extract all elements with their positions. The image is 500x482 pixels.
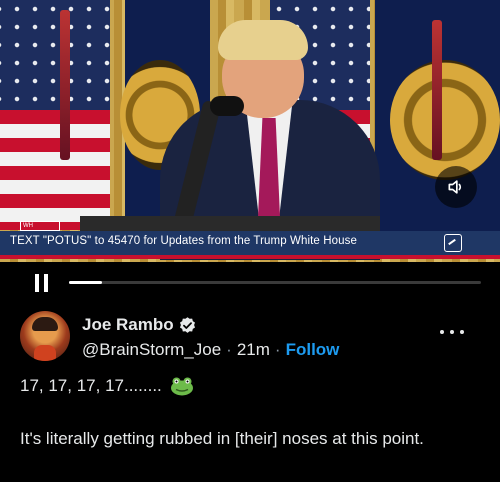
speaker-muted-icon (448, 180, 462, 194)
frog-icon (170, 377, 193, 396)
timestamp[interactable]: 21m (237, 340, 270, 360)
handle[interactable]: @BrainStorm_Joe (82, 340, 221, 360)
volume-button[interactable] (435, 166, 477, 208)
verified-badge-icon (179, 316, 195, 333)
author-name-row: Joe Rambo (82, 315, 197, 335)
pause-button[interactable] (35, 274, 49, 292)
american-flag-left (0, 0, 110, 230)
flag-tassel (432, 20, 442, 160)
tweet-text-line: 17, 17, 17, 17........ (20, 376, 194, 396)
caption-text: TEXT "POTUS" to 45470 for Updates from t… (10, 235, 357, 247)
tweet-text: 17, 17, 17, 17........ (20, 376, 162, 395)
caption-logo: WH (20, 221, 60, 231)
video-player[interactable]: WH TEXT "POTUS" to 45470 for Updates fro… (0, 0, 500, 262)
author-meta-row: @BrainStorm_Joe · 21m · Follow (82, 340, 339, 360)
more-dot-icon (440, 330, 444, 334)
separator: · (226, 340, 232, 359)
progress-bar[interactable] (69, 281, 481, 284)
captions-icon (444, 234, 462, 252)
microphone (210, 96, 244, 116)
more-options-button[interactable] (440, 325, 464, 339)
tweet-text: It's literally getting rubbed in [their]… (20, 429, 424, 448)
avatar[interactable] (20, 311, 70, 361)
display-name[interactable]: Joe Rambo (82, 315, 174, 335)
progress-fill (69, 281, 102, 284)
follow-button[interactable]: Follow (286, 340, 340, 360)
flag-tassel (60, 10, 70, 160)
separator: · (274, 340, 281, 359)
presidential-seal-right (390, 60, 500, 180)
pause-icon (35, 274, 39, 292)
caption-bar: TEXT "POTUS" to 45470 for Updates from t… (0, 231, 500, 259)
player-controls (0, 262, 500, 302)
